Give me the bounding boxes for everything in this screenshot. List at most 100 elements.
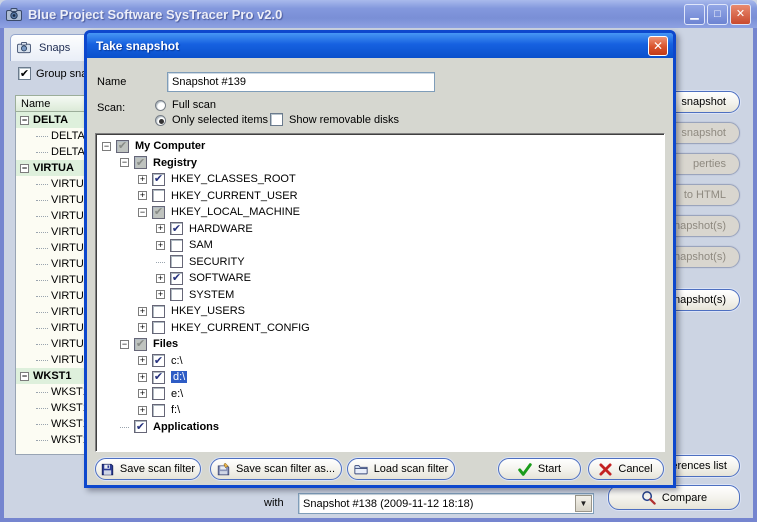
expand-icon[interactable]: + bbox=[156, 241, 165, 250]
name-input[interactable] bbox=[167, 72, 435, 92]
collapse-icon[interactable]: − bbox=[20, 116, 29, 125]
cancel-button[interactable]: Cancel bbox=[588, 458, 664, 480]
tree-row[interactable]: + HKEY_CURRENT_USER bbox=[100, 188, 664, 205]
tree-row[interactable]: + ✔ c:\ bbox=[100, 353, 664, 370]
tree-item-label[interactable]: Files bbox=[153, 338, 178, 350]
tree-item-label[interactable]: e:\ bbox=[171, 388, 183, 400]
compare-button-label: Compare bbox=[662, 492, 707, 504]
tree-line bbox=[36, 200, 48, 201]
tree-item-label[interactable]: HKEY_LOCAL_MACHINE bbox=[171, 206, 300, 218]
tree-row[interactable]: ✔ Applications bbox=[100, 419, 664, 436]
tree-item-label[interactable]: HKEY_CLASSES_ROOT bbox=[171, 173, 296, 185]
expand-icon[interactable]: + bbox=[138, 191, 147, 200]
tree-item-label[interactable]: d:\ bbox=[171, 371, 187, 383]
expand-icon[interactable]: + bbox=[138, 323, 147, 332]
checkbox-checked-icon[interactable]: ✔ bbox=[170, 222, 183, 235]
tree-row[interactable]: −✔ My Computer bbox=[100, 138, 664, 155]
tree-item-label[interactable]: f:\ bbox=[171, 404, 180, 416]
minimize-button[interactable]: ▁ bbox=[684, 4, 705, 25]
checkbox-empty-icon[interactable] bbox=[152, 387, 165, 400]
expand-icon[interactable]: + bbox=[138, 175, 147, 184]
tree-item-label[interactable]: Registry bbox=[153, 157, 197, 169]
compare-button[interactable]: Compare bbox=[608, 485, 740, 510]
tree-line bbox=[36, 424, 48, 425]
tree-row[interactable]: + SAM bbox=[100, 237, 664, 254]
expand-icon[interactable]: + bbox=[156, 274, 165, 283]
checkbox-checked-icon[interactable]: ✔ bbox=[152, 371, 165, 384]
tree-row[interactable]: SECURITY bbox=[100, 254, 664, 271]
tree-row[interactable]: + ✔ SOFTWARE bbox=[100, 270, 664, 287]
checkbox-mixed-icon[interactable]: ✔ bbox=[116, 140, 129, 153]
tree-row[interactable]: + f:\ bbox=[100, 402, 664, 419]
collapse-icon[interactable]: − bbox=[138, 208, 147, 217]
expand-icon[interactable]: + bbox=[138, 406, 147, 415]
maximize-button[interactable]: □ bbox=[707, 4, 728, 25]
checkbox-checked-icon[interactable]: ✔ bbox=[152, 354, 165, 367]
tree-row[interactable]: + ✔ d:\ bbox=[100, 369, 664, 386]
tree-item-label[interactable]: SAM bbox=[189, 239, 213, 251]
load-scan-filter-button[interactable]: Load scan filter bbox=[347, 458, 455, 480]
expand-icon[interactable]: + bbox=[156, 290, 165, 299]
checkbox-mixed-icon[interactable]: ✔ bbox=[134, 156, 147, 169]
collapse-icon[interactable]: − bbox=[120, 158, 129, 167]
checkbox-empty-icon[interactable] bbox=[170, 288, 183, 301]
snapshot-label: WKST1 bbox=[33, 370, 72, 382]
checkbox-checked-icon[interactable]: ✔ bbox=[134, 420, 147, 433]
collapse-icon[interactable]: − bbox=[20, 372, 29, 381]
tree-item-label[interactable]: c:\ bbox=[171, 355, 183, 367]
expand-icon[interactable]: + bbox=[156, 224, 165, 233]
tree-row[interactable]: + ✔ HARDWARE bbox=[100, 221, 664, 238]
tree-row[interactable]: + ✔ HKEY_CLASSES_ROOT bbox=[100, 171, 664, 188]
save-scan-filter-as-label: Save scan filter as... bbox=[236, 463, 335, 475]
collapse-icon[interactable]: − bbox=[102, 142, 111, 151]
compare-with-combo[interactable]: Snapshot #138 (2009-11-12 18:18) ▼ bbox=[298, 493, 594, 514]
start-button[interactable]: Start bbox=[498, 458, 581, 480]
tree-item-label[interactable]: HARDWARE bbox=[189, 223, 253, 235]
collapse-icon[interactable]: − bbox=[120, 340, 129, 349]
radio-only-selected-items[interactable]: Only selected items bbox=[155, 114, 268, 126]
tree-item-label[interactable]: Applications bbox=[153, 421, 219, 433]
show-removable-disks-checkbox[interactable]: Show removable disks bbox=[270, 113, 399, 126]
tree-row[interactable]: + SYSTEM bbox=[100, 287, 664, 304]
checkbox-empty-icon[interactable] bbox=[170, 255, 183, 268]
checkbox-empty-icon[interactable] bbox=[152, 404, 165, 417]
tree-item-label[interactable]: HKEY_CURRENT_CONFIG bbox=[171, 322, 310, 334]
checkbox-checked-icon[interactable]: ✔ bbox=[152, 173, 165, 186]
checkbox-empty-icon[interactable] bbox=[170, 239, 183, 252]
tree-row[interactable]: −✔ Registry bbox=[100, 155, 664, 172]
checkbox-empty-icon[interactable] bbox=[152, 305, 165, 318]
tree-item-label[interactable]: HKEY_CURRENT_USER bbox=[171, 190, 298, 202]
close-button[interactable]: ✕ bbox=[730, 4, 751, 25]
tree-item-label[interactable]: SYSTEM bbox=[189, 289, 234, 301]
tree-row[interactable]: + HKEY_USERS bbox=[100, 303, 664, 320]
tree-item-label[interactable]: HKEY_USERS bbox=[171, 305, 245, 317]
radio-full-scan[interactable]: Full scan bbox=[155, 99, 216, 111]
tree-row[interactable]: −✔ Files bbox=[100, 336, 664, 353]
tree-line bbox=[36, 264, 48, 265]
save-scan-filter-button[interactable]: Save scan filter bbox=[95, 458, 201, 480]
dialog-body: Name Scan: Full scan Only selected items… bbox=[87, 58, 673, 488]
expand-icon[interactable]: + bbox=[138, 356, 147, 365]
folder-icon bbox=[354, 463, 368, 475]
dialog-close-button[interactable]: ✕ bbox=[648, 36, 668, 56]
floppy-as-icon bbox=[217, 463, 230, 476]
expand-icon[interactable]: + bbox=[138, 373, 147, 382]
tree-row[interactable]: + HKEY_CURRENT_CONFIG bbox=[100, 320, 664, 337]
checkbox-mixed-icon[interactable]: ✔ bbox=[134, 338, 147, 351]
group-snapshots-checkbox[interactable]: ✔ Group sna bbox=[18, 67, 87, 80]
checkbox-empty-icon[interactable] bbox=[152, 189, 165, 202]
chevron-down-icon[interactable]: ▼ bbox=[575, 495, 592, 512]
radio-selected-icon bbox=[155, 115, 166, 126]
checkbox-empty-icon[interactable] bbox=[152, 321, 165, 334]
checkbox-mixed-icon[interactable]: ✔ bbox=[152, 206, 165, 219]
tree-row[interactable]: −✔ HKEY_LOCAL_MACHINE bbox=[100, 204, 664, 221]
save-scan-filter-as-button[interactable]: Save scan filter as... bbox=[210, 458, 342, 480]
checkbox-checked-icon[interactable]: ✔ bbox=[170, 272, 183, 285]
tree-item-label[interactable]: My Computer bbox=[135, 140, 205, 152]
expand-icon[interactable]: + bbox=[138, 307, 147, 316]
tree-item-label[interactable]: SECURITY bbox=[189, 256, 245, 268]
tree-item-label[interactable]: SOFTWARE bbox=[189, 272, 251, 284]
expand-icon[interactable]: + bbox=[138, 389, 147, 398]
collapse-icon[interactable]: − bbox=[20, 164, 29, 173]
tree-row[interactable]: + e:\ bbox=[100, 386, 664, 403]
